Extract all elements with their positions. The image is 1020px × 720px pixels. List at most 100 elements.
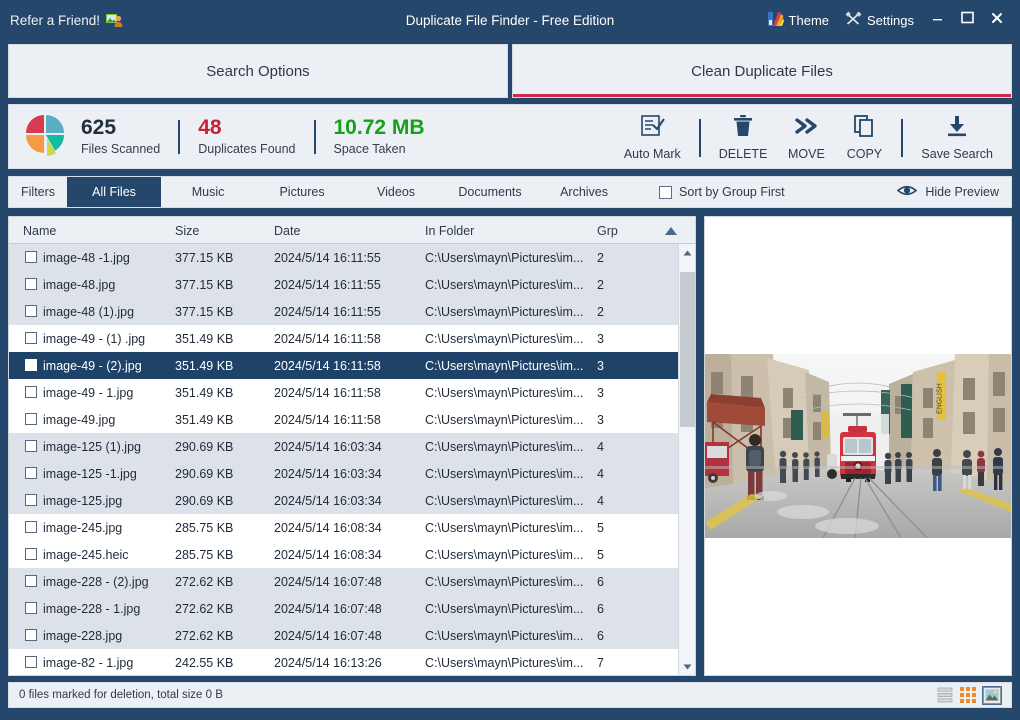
cell-name: image-82 - 1.jpg <box>43 655 134 670</box>
filter-tab-archives[interactable]: Archives <box>537 177 631 207</box>
auto-mark-button[interactable]: Auto Mark <box>614 114 691 161</box>
table-row[interactable]: image-49 - (1) .jpg 351.49 KB 2024/5/14 16… <box>9 325 695 352</box>
row-checkbox[interactable] <box>25 575 37 587</box>
cell-in-folder: C:\Users\mayn\Pictures\im... <box>425 493 584 508</box>
row-checkbox[interactable] <box>25 602 37 614</box>
move-button[interactable]: MOVE <box>777 114 835 161</box>
row-checkbox[interactable] <box>25 629 37 641</box>
refer-a-friend-button[interactable]: Refer a Friend! <box>10 12 123 28</box>
cell-grp: 7 <box>597 655 604 670</box>
close-button[interactable] <box>982 6 1012 34</box>
row-checkbox[interactable] <box>25 278 37 290</box>
grid-view-icon[interactable] <box>960 687 976 703</box>
table-row[interactable]: image-48 -1.jpg 377.15 KB 2024/5/14 16:11:… <box>9 244 695 271</box>
cell-in-folder: C:\Users\mayn\Pictures\im... <box>425 250 584 265</box>
sort-by-group-first-checkbox[interactable]: Sort by Group First <box>659 177 785 207</box>
table-row[interactable]: image-125 (1).jpg 290.69 KB 2024/5/14 16:0… <box>9 433 695 460</box>
checkbox-box[interactable] <box>659 185 673 199</box>
status-text: 0 files marked for deletion, total size … <box>19 689 223 701</box>
row-checkbox[interactable] <box>25 251 37 263</box>
maximize-icon <box>960 10 975 30</box>
row-checkbox[interactable] <box>25 386 37 398</box>
table-row[interactable]: image-228 - (2).jpg 272.62 KB 2024/5/14 16… <box>9 568 695 595</box>
filter-tab-documents[interactable]: Documents <box>443 177 537 207</box>
row-checkbox[interactable] <box>25 440 37 452</box>
table-row[interactable]: image-82 - 1.jpg 242.55 KB 2024/5/14 16:13… <box>9 649 695 675</box>
minimize-button[interactable] <box>922 6 952 34</box>
cell-date: 2024/5/14 16:11:58 <box>274 331 381 346</box>
copy-button[interactable]: COPY <box>835 114 893 161</box>
sort-by-group-first-label: Sort by Group First <box>679 185 785 199</box>
cell-size: 351.49 KB <box>175 412 234 427</box>
cell-name: image-49 - (1) .jpg <box>43 331 146 346</box>
cell-in-folder: C:\Users\mayn\Pictures\im... <box>425 628 584 643</box>
row-checkbox[interactable] <box>25 413 37 425</box>
filter-tab-all-files[interactable]: All Files <box>67 177 162 207</box>
theme-button[interactable]: Theme <box>759 7 837 34</box>
cell-grp: 4 <box>597 493 604 508</box>
column-header-grp[interactable]: Grp <box>597 217 618 244</box>
filter-tab-music[interactable]: Music <box>161 177 255 207</box>
title-bar: Refer a Friend! Duplicate File Finder - … <box>0 0 1020 40</box>
table-row[interactable]: image-49 - (2).jpg 351.49 KB 2024/5/14 16:… <box>9 352 695 379</box>
row-checkbox[interactable] <box>25 656 37 668</box>
column-header-date-label: Date <box>274 223 301 238</box>
row-checkbox[interactable] <box>25 305 37 317</box>
theme-label: Theme <box>788 12 830 28</box>
table-row[interactable]: image-48.jpg 377.15 KB 2024/5/14 16:11:55 C… <box>9 271 695 298</box>
column-header-size[interactable]: Size <box>175 217 199 244</box>
table-row[interactable]: image-125.jpg 290.69 KB 2024/5/14 16:03:34… <box>9 487 695 514</box>
filter-tab-pictures[interactable]: Pictures <box>255 177 349 207</box>
hide-preview-button[interactable]: Hide Preview <box>897 177 1011 207</box>
eye-icon <box>897 184 918 200</box>
scroll-down-button[interactable] <box>679 658 695 675</box>
cell-date: 2024/5/14 16:03:34 <box>274 493 382 508</box>
table-row[interactable]: image-49 - 1.jpg 351.49 KB 2024/5/14 16:11… <box>9 379 695 406</box>
cell-in-folder: C:\Users\mayn\Pictures\im... <box>425 385 584 400</box>
cell-date: 2024/5/14 16:11:58 <box>274 358 381 373</box>
filter-tab-videos[interactable]: Videos <box>349 177 443 207</box>
column-header-name-label: Name <box>23 223 57 238</box>
cell-grp: 5 <box>597 520 604 535</box>
table-row[interactable]: image-125 -1.jpg 290.69 KB 2024/5/14 16:03… <box>9 460 695 487</box>
column-header-name[interactable]: Name <box>23 217 56 244</box>
table-row[interactable]: image-48 (1).jpg 377.15 KB 2024/5/14 16:11… <box>9 298 695 325</box>
row-checkbox[interactable] <box>25 359 37 371</box>
tab-search-options[interactable]: Search Options <box>8 44 508 98</box>
cell-name: image-49 - (2).jpg <box>43 358 142 373</box>
table-rows-container: image-48 -1.jpg 377.15 KB 2024/5/14 16:11:… <box>9 244 695 675</box>
row-checkbox[interactable] <box>25 494 37 506</box>
thumbnail-view-icon[interactable] <box>982 685 1002 705</box>
main-tab-bar: Search Options Clean Duplicate Files <box>8 44 1012 98</box>
column-header-date[interactable]: Date <box>274 217 300 244</box>
maximize-button[interactable] <box>952 6 982 34</box>
cell-date: 2024/5/14 16:11:58 <box>274 412 381 427</box>
duplicates-found-label: Duplicates Found <box>198 141 296 156</box>
column-header-in-folder[interactable]: In Folder <box>425 217 474 244</box>
settings-button[interactable]: Settings <box>837 7 922 34</box>
table-row[interactable]: image-228 - 1.jpg 272.62 KB 2024/5/14 16:0… <box>9 595 695 622</box>
row-checkbox[interactable] <box>25 521 37 533</box>
row-checkbox[interactable] <box>25 332 37 344</box>
save-search-button[interactable]: Save Search <box>911 114 1003 161</box>
table-row[interactable]: image-245.heic 285.75 KB 2024/5/14 16:08:3… <box>9 541 695 568</box>
minimize-icon <box>931 11 944 29</box>
scroll-up-button[interactable] <box>679 244 695 261</box>
delete-button[interactable]: DELETE <box>709 114 778 161</box>
divider <box>313 119 316 154</box>
table-row[interactable]: image-245.jpg 285.75 KB 2024/5/14 16:08:34… <box>9 514 695 541</box>
theme-palette-icon <box>767 11 784 30</box>
table-vertical-scrollbar[interactable] <box>678 244 695 675</box>
sort-ascending-icon[interactable] <box>664 217 678 244</box>
list-view-icon[interactable] <box>937 687 953 703</box>
cell-size: 351.49 KB <box>175 385 234 400</box>
cell-grp: 3 <box>597 385 604 400</box>
row-checkbox[interactable] <box>25 467 37 479</box>
titlebar-actions: Theme Settings <box>759 0 1020 40</box>
scrollbar-thumb[interactable] <box>680 272 695 427</box>
table-row[interactable]: image-49.jpg 351.49 KB 2024/5/14 16:11:58 C… <box>9 406 695 433</box>
cell-date: 2024/5/14 16:11:55 <box>274 277 381 292</box>
tab-clean-duplicate-files[interactable]: Clean Duplicate Files <box>512 44 1012 98</box>
table-row[interactable]: image-228.jpg 272.62 KB 2024/5/14 16:07:48… <box>9 622 695 649</box>
row-checkbox[interactable] <box>25 548 37 560</box>
